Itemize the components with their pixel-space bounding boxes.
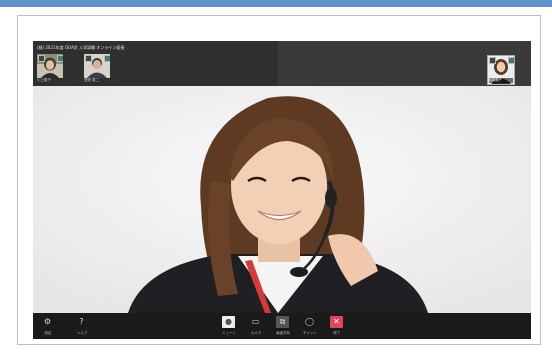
meeting-title: (株) 2021年度 OOA学 入学試験 オンライン面接 [37, 45, 125, 50]
mute-button[interactable]: ● ミュート [217, 313, 241, 339]
camera-button[interactable]: ▭ カメラ [244, 313, 268, 339]
speaker-video-frame [33, 86, 531, 313]
top-accent-bar [0, 0, 552, 7]
participant-tile-1[interactable] [37, 54, 63, 78]
help-button[interactable]: ? ヘルプ [70, 313, 94, 339]
call-header: (株) 2021年度 OOA学 入学試験 オンライン面接 川上恵子 宮野 恵二 … [33, 41, 531, 86]
mic-icon [38, 55, 45, 62]
end-label: 終了 [333, 331, 341, 335]
main-speaker-video [33, 86, 531, 313]
settings-label: 設定 [44, 331, 52, 335]
participant-name-2: 宮野 恵二 [84, 78, 100, 82]
chat-button[interactable]: ◯ チャット [298, 313, 322, 339]
screen-share-icon: ⧉ [276, 316, 289, 328]
participant-name-1: 川上恵子 [37, 78, 51, 82]
mic-icon [489, 57, 496, 64]
camera-icon [508, 57, 514, 64]
camera-icon [57, 55, 63, 62]
end-call-button[interactable]: ✕ 終了 [325, 313, 349, 339]
camera-icon [104, 55, 110, 62]
self-view-tile[interactable]: 松本典子 [487, 55, 515, 85]
call-toolbar: ⚙ 設定 ? ヘルプ ● ミュート ▭ カメラ ⧉ 画面共有 ◯ チャット ✕ … [33, 313, 531, 339]
camera-label: カメラ [250, 331, 262, 335]
help-label: ヘルプ [76, 331, 88, 335]
chat-label: チャット [303, 331, 317, 335]
video-call-app: (株) 2021年度 OOA学 入学試験 オンライン面接 川上恵子 宮野 恵二 … [33, 41, 531, 339]
mute-label: ミュート [222, 331, 236, 335]
mic-icon [85, 55, 92, 62]
self-view-name: 松本典子 [489, 78, 513, 83]
end-call-icon: ✕ [330, 316, 343, 328]
video-camera-icon: ▭ [251, 317, 260, 326]
gear-icon: ⚙ [43, 317, 52, 326]
chat-bubble-icon: ◯ [305, 317, 314, 326]
share-screen-button[interactable]: ⧉ 画面共有 [271, 313, 295, 339]
share-label: 画面共有 [276, 331, 290, 335]
microphone-icon: ● [222, 316, 235, 328]
participant-tile-2[interactable] [84, 54, 110, 78]
help-icon: ? [79, 317, 84, 326]
settings-button[interactable]: ⚙ 設定 [36, 313, 60, 339]
